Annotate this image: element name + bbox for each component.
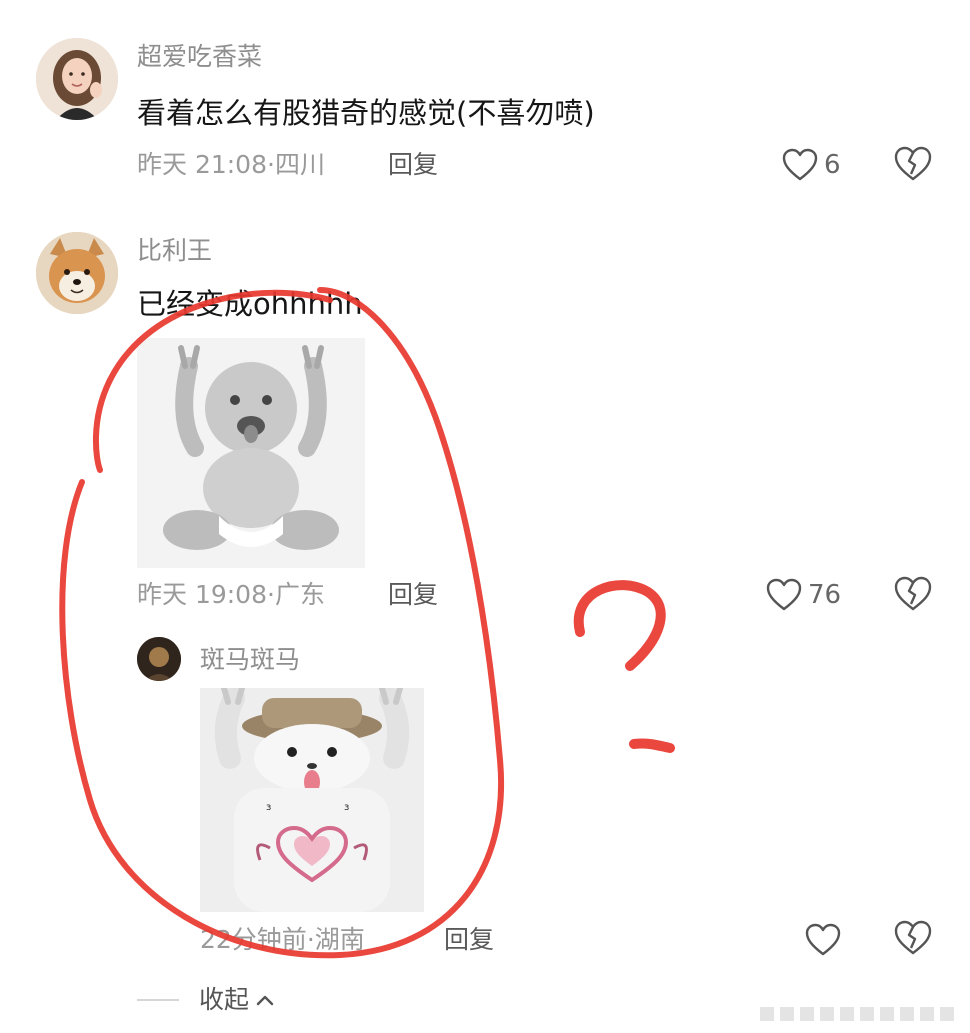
- heart-icon: [766, 578, 802, 611]
- avatar-reply-user[interactable]: [137, 637, 181, 681]
- avatar-dark-image: [137, 637, 181, 681]
- heart-icon: [805, 923, 841, 956]
- reply-username[interactable]: 斑马斑马: [200, 645, 300, 675]
- meta-separator: ·: [306, 925, 315, 954]
- collapse-replies-button[interactable]: 收起: [137, 985, 275, 1015]
- comment-time: 昨天 19:08: [137, 580, 267, 609]
- comment-time: 昨天 21:08: [137, 150, 267, 179]
- svg-text:з: з: [266, 802, 271, 813]
- reply-button[interactable]: 回复: [444, 925, 494, 955]
- avatar-user-1[interactable]: [36, 38, 118, 120]
- collapse-divider: [137, 999, 179, 1001]
- baby-sticker-image: [137, 338, 365, 568]
- broken-heart-icon: [894, 146, 932, 181]
- reply-meta: 22分钟前·湖南: [200, 925, 365, 955]
- comment-meta: 昨天 21:08·四川: [137, 150, 325, 180]
- comment-thread: 超爱吃香菜 看着怎么有股猎奇的感觉(不喜勿喷) 昨天 21:08·四川 回复 6…: [0, 0, 970, 1033]
- dislike-button[interactable]: [894, 920, 934, 960]
- like-button[interactable]: 76: [766, 575, 841, 615]
- comment-text: 已经变成ohhhhh: [137, 287, 363, 321]
- reply-button[interactable]: 回复: [388, 580, 438, 610]
- like-button[interactable]: 6: [782, 145, 841, 185]
- dislike-button[interactable]: [894, 146, 934, 186]
- cat-sticker-image: з з: [200, 688, 424, 912]
- broken-heart-icon: [894, 920, 932, 955]
- meta-separator: ·: [267, 580, 275, 609]
- broken-heart-icon: [894, 576, 932, 611]
- dislike-button[interactable]: [894, 576, 934, 616]
- like-button[interactable]: [805, 920, 841, 960]
- reply-image-cat[interactable]: з з: [200, 688, 424, 912]
- comment-username[interactable]: 比利王: [137, 236, 212, 266]
- avatar-shiba-image: [36, 232, 118, 314]
- svg-text:з: з: [344, 802, 349, 813]
- avatar-user-2[interactable]: [36, 232, 118, 314]
- avatar-girl-image: [36, 38, 118, 120]
- comment-text: 看着怎么有股猎奇的感觉(不喜勿喷): [137, 96, 595, 130]
- reply-button[interactable]: 回复: [388, 150, 438, 180]
- comment-location: 四川: [274, 150, 325, 179]
- comment-image-baby[interactable]: [137, 338, 365, 568]
- reply-location: 湖南: [314, 925, 365, 954]
- like-count: 6: [824, 150, 841, 180]
- watermark: [750, 1003, 960, 1025]
- reply-time: 22分钟前: [200, 925, 307, 954]
- comment-meta: 昨天 19:08·广东: [137, 580, 325, 610]
- like-count: 76: [808, 580, 842, 610]
- chevron-up-icon: [256, 995, 274, 1006]
- comment-location: 广东: [274, 580, 325, 609]
- heart-icon: [782, 148, 818, 181]
- watermark-mark: [760, 1007, 954, 1021]
- collapse-label: 收起: [199, 985, 250, 1014]
- comment-username[interactable]: 超爱吃香菜: [137, 42, 262, 72]
- meta-separator: ·: [267, 150, 275, 179]
